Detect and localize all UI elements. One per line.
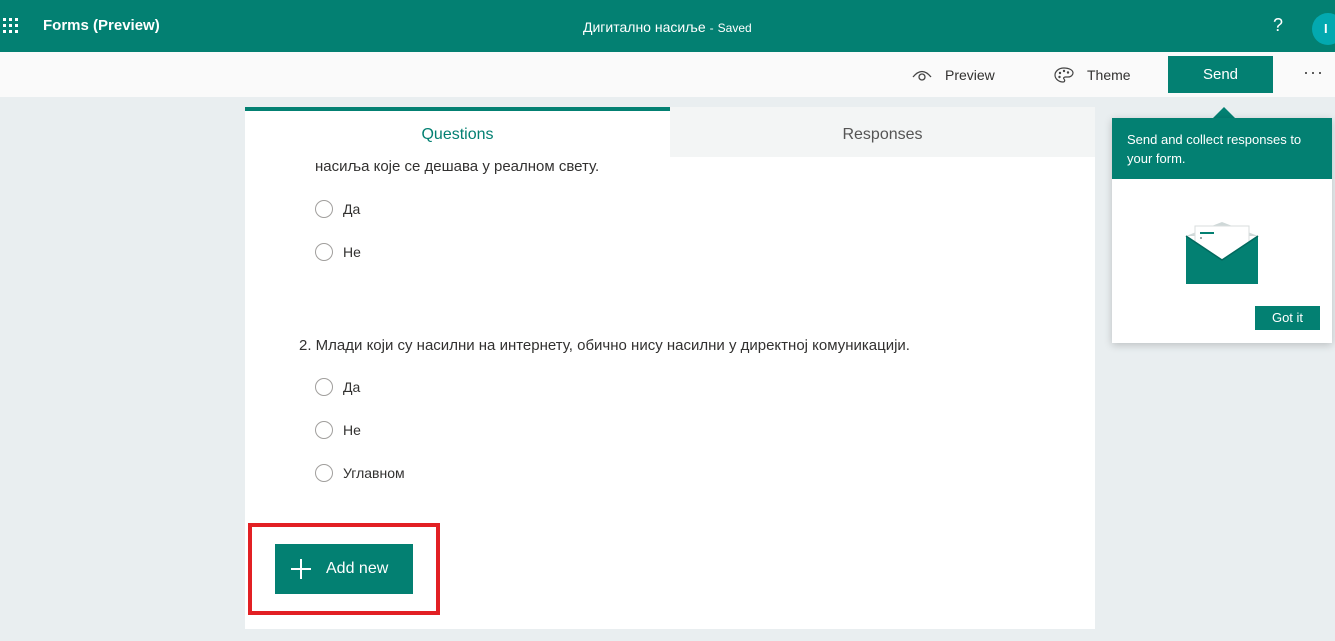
form-title: Дигитално насиље xyxy=(583,19,706,35)
option-label: Да xyxy=(343,379,361,395)
question-2-option[interactable]: Не xyxy=(315,421,361,439)
help-button[interactable]: ? xyxy=(1273,15,1283,36)
tab-responses[interactable]: Responses xyxy=(670,107,1095,157)
question-2-text: 2. Млади који су насилни на интернету, о… xyxy=(299,337,910,354)
option-label: Не xyxy=(343,422,361,438)
avatar[interactable]: I xyxy=(1312,13,1335,45)
option-label: Не xyxy=(343,244,361,260)
send-callout: Send and collect responses to your form.… xyxy=(1112,118,1332,343)
preview-eye-icon xyxy=(912,70,932,81)
radio-button[interactable] xyxy=(315,243,333,261)
theme-label: Theme xyxy=(1087,66,1131,83)
got-it-button[interactable]: Got it xyxy=(1255,306,1320,330)
radio-button[interactable] xyxy=(315,464,333,482)
question-1-option[interactable]: Да xyxy=(315,200,360,218)
radio-button[interactable] xyxy=(315,200,333,218)
app-launcher-icon[interactable] xyxy=(3,18,19,34)
radio-button[interactable] xyxy=(315,421,333,439)
document-title[interactable]: Дигитално насиље - Saved xyxy=(583,19,752,35)
command-bar xyxy=(0,52,1335,97)
radio-button[interactable] xyxy=(315,378,333,396)
save-status: Saved xyxy=(717,21,752,35)
envelope-icon xyxy=(1185,222,1259,284)
question-1-option[interactable]: Не xyxy=(315,243,361,261)
question-2-option[interactable]: Углавном xyxy=(315,464,405,482)
option-label: Углавном xyxy=(343,465,405,481)
top-bar: Forms (Preview) Дигитално насиље - Saved ?… xyxy=(0,0,1335,52)
callout-beak xyxy=(1213,107,1235,118)
theme-palette-icon xyxy=(1054,66,1074,83)
preview-label: Preview xyxy=(945,66,995,83)
tab-questions[interactable]: Questions xyxy=(245,107,670,157)
add-new-label: Add new xyxy=(326,560,389,577)
title-separator: - xyxy=(709,21,714,35)
preview-button[interactable]: Preview xyxy=(911,52,995,97)
send-button[interactable]: Send xyxy=(1168,56,1273,93)
app-name[interactable]: Forms (Preview) xyxy=(43,17,160,34)
add-new-button[interactable]: Add new xyxy=(275,544,413,594)
option-label: Да xyxy=(343,201,361,217)
question-1-text: насиља које се дешава у реалном свету. xyxy=(315,158,600,175)
question-2-option[interactable]: Да xyxy=(315,378,360,396)
form-card: Questions Responses насиља које се дешав… xyxy=(245,107,1095,629)
callout-message: Send and collect responses to your form. xyxy=(1112,118,1332,179)
theme-button[interactable]: Theme xyxy=(1053,52,1131,97)
plus-icon xyxy=(291,559,311,579)
more-icon[interactable]: ··· xyxy=(1303,62,1324,83)
